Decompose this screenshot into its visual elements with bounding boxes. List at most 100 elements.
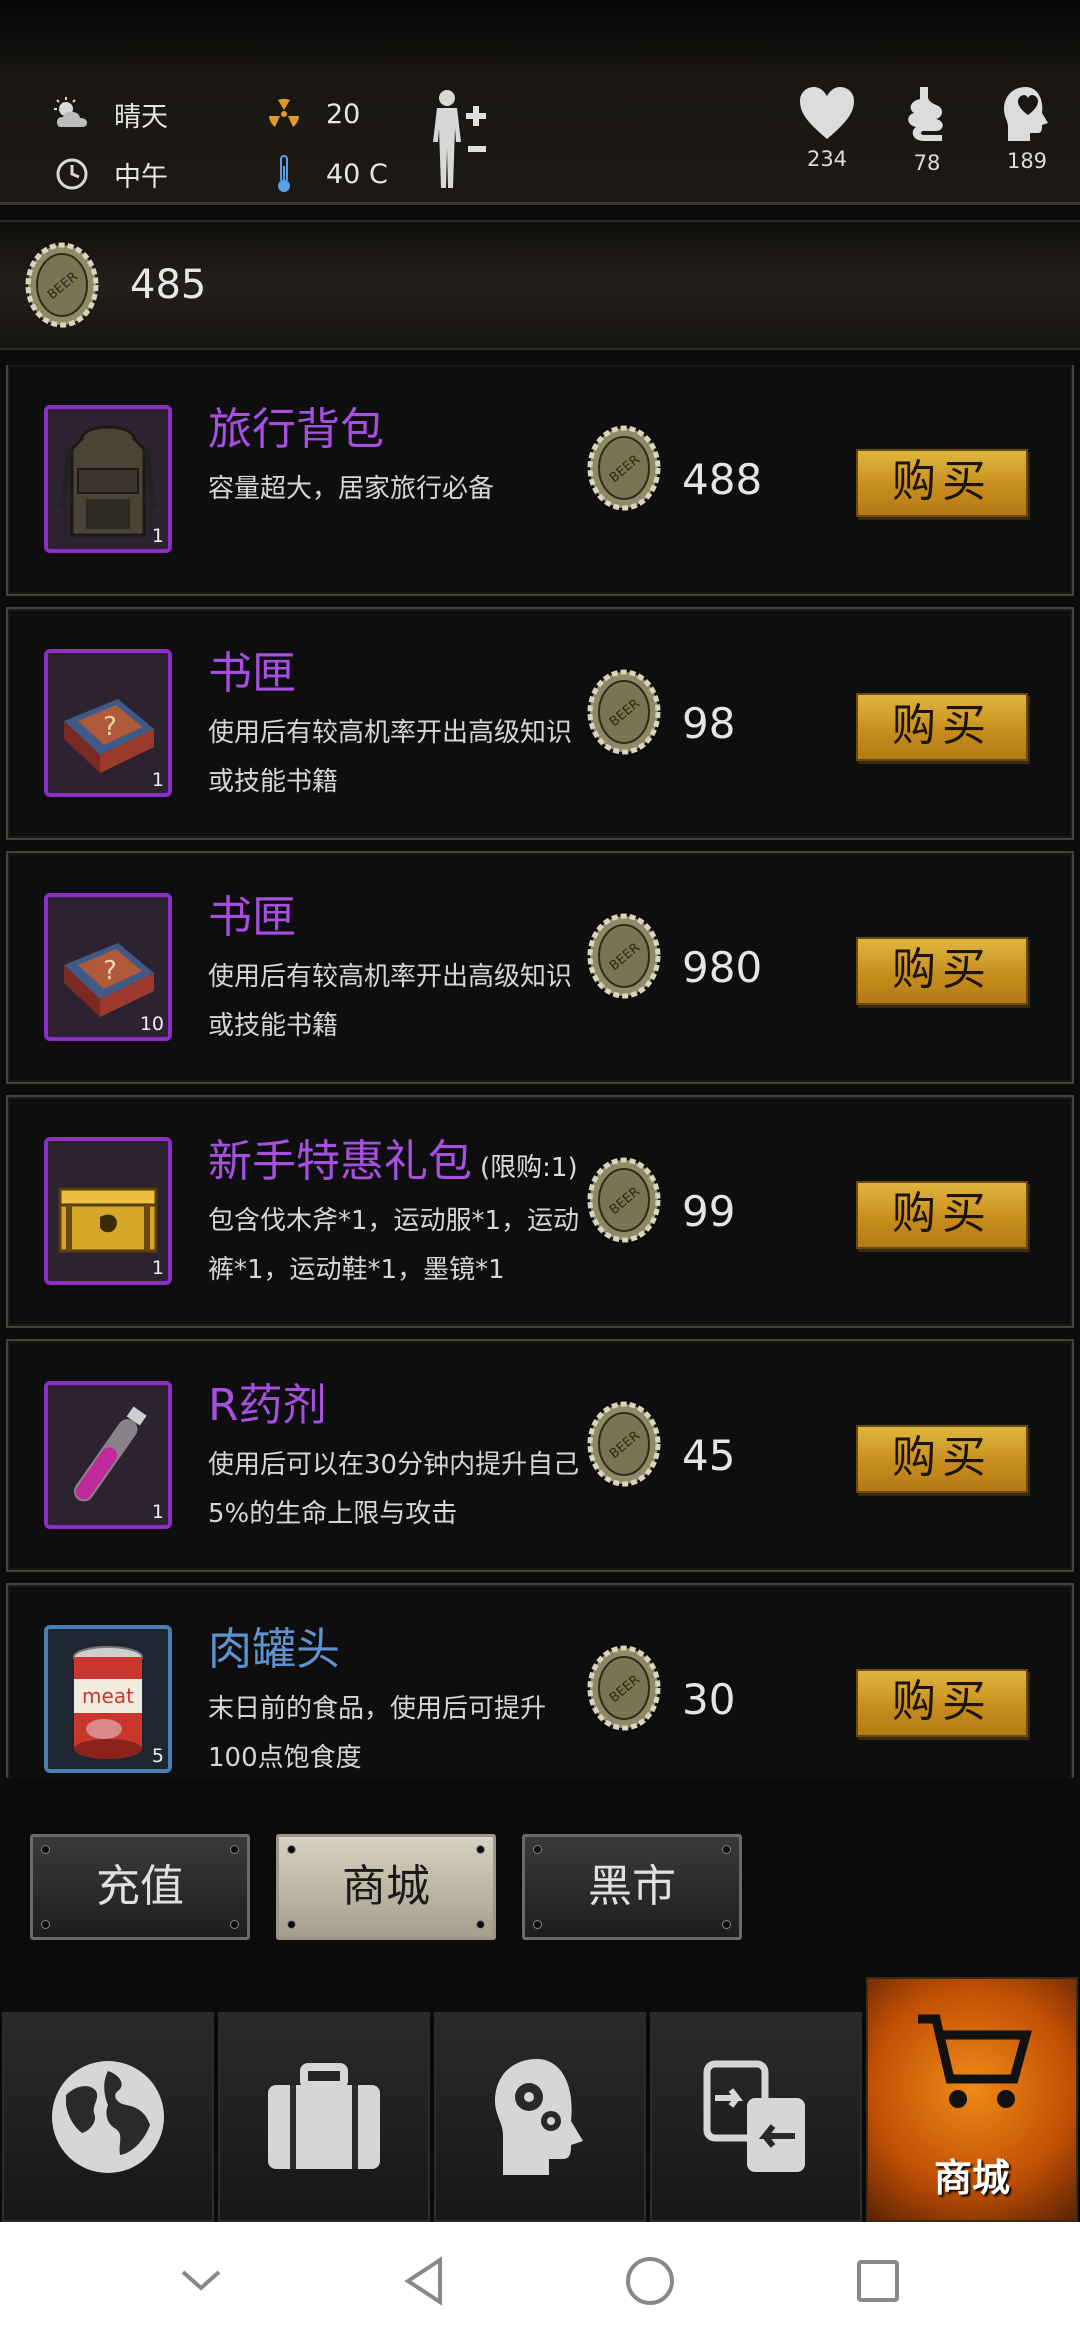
beer-cap-coin-icon: BEER: [25, 242, 99, 328]
item-thumbnail: meat 5: [44, 1625, 172, 1773]
recents-square-icon[interactable]: [855, 2258, 901, 2304]
item-name-text: 书匣: [208, 892, 296, 943]
item-name: 书匣: [208, 637, 304, 701]
stomach-icon: [908, 87, 943, 141]
radiation-icon: [262, 92, 306, 136]
nav-skills-button[interactable]: [434, 2012, 646, 2222]
nav-inventory-button[interactable]: [218, 2012, 430, 2222]
currency-bar: BEER 485: [0, 220, 1080, 350]
item-quantity: 10: [139, 1013, 164, 1035]
item-description: 末日前的食品，使用后可提升100点饱食度: [208, 1694, 547, 1773]
shop-item-list[interactable]: 1 旅行背包 容量超大，居家旅行必备 BEER 488 购买? 1 书匣 使用后有较高机率开出高…: [0, 365, 1080, 1778]
item-name: 旅行背包: [208, 393, 392, 457]
temperature-status: 40 C: [262, 152, 388, 196]
shop-item-row: 1 R药剂 使用后可以在30分钟内提升自己5%的生命上限与攻击 BEER 45 购买: [6, 1339, 1074, 1572]
item-description: 容量超大，居家旅行必备: [208, 474, 495, 504]
item-price: 45: [682, 1431, 736, 1480]
buy-button[interactable]: 购买: [856, 449, 1028, 517]
shop-screen: 晴天 中午 20 40 C 234 78 189 BEER 485 1 旅行背包…: [0, 0, 1080, 2340]
buy-button[interactable]: 购买: [856, 937, 1028, 1005]
shop-item-row: meat 5 肉罐头末日前的食品，使用后可提升100点饱食度 BEER 30 购买: [6, 1583, 1074, 1778]
hunger-stat: 78: [887, 85, 967, 175]
head-gears-icon: [495, 2059, 583, 2175]
weather-status: 晴天: [50, 92, 168, 136]
temperature-value: 40 C: [326, 158, 388, 190]
sanity-value: 189: [1006, 149, 1048, 173]
suitcase-icon: [268, 2063, 380, 2169]
nav-trade-button[interactable]: [650, 2012, 862, 2222]
sanity-stat: 189: [987, 85, 1067, 173]
shop-tabs: 充值 商城 黑市: [0, 1820, 1080, 1940]
svg-text:meat: meat: [82, 1684, 134, 1708]
item-description: 使用后有较高机率开出高级知识或技能书籍: [208, 718, 573, 797]
shop-item-row: ? 1 书匣 使用后有较高机率开出高级知识或技能书籍 BEER 98 购买: [6, 607, 1074, 840]
beer-cap-coin-icon: BEER: [584, 1155, 664, 1249]
svg-text:?: ?: [103, 956, 117, 986]
health-stat: 234: [787, 85, 867, 171]
buy-button[interactable]: 购买: [856, 1181, 1028, 1249]
nav-shop-label: 商城: [933, 2156, 1010, 2200]
beer-cap-coin-icon: BEER: [584, 423, 664, 517]
shop-item-row: 1 新手特惠礼包 (限购:1) 包含伐木斧*1，运动服*1，运动裤*1，运动鞋*1，墨…: [6, 1095, 1074, 1328]
status-bar: 晴天 中午 20 40 C 234 78 189: [0, 0, 1080, 205]
nav-shop-button[interactable]: 商城: [866, 1977, 1078, 2222]
item-price: 488: [682, 455, 763, 504]
heart-icon: [800, 87, 854, 139]
buy-button[interactable]: 购买: [856, 1425, 1028, 1493]
currency-amount: 485: [130, 262, 207, 308]
item-quantity: 1: [151, 525, 164, 547]
tab-black-market-label: 黑市: [588, 1861, 676, 1912]
tab-recharge[interactable]: 充值: [30, 1834, 250, 1940]
item-name: 书匣: [208, 881, 304, 945]
back-triangle-icon[interactable]: [402, 2256, 446, 2306]
item-name: 新手特惠礼包 (限购:1): [208, 1125, 578, 1189]
item-name-text: 新手特惠礼包: [208, 1136, 472, 1187]
item-name: 肉罐头: [208, 1613, 348, 1677]
item-thumbnail: 1: [44, 1137, 172, 1285]
time-text: 中午: [114, 161, 168, 193]
tab-recharge-label: 充值: [96, 1861, 184, 1912]
beer-cap-coin-icon: BEER: [584, 1643, 664, 1737]
body-status-button[interactable]: [425, 88, 497, 196]
item-name: R药剂: [208, 1369, 335, 1433]
radiation-value: 20: [326, 98, 361, 130]
system-nav-bar: [0, 2222, 1080, 2340]
transfer-icon: [703, 2060, 805, 2172]
radiation-status: 20: [262, 92, 360, 136]
buy-button[interactable]: 购买: [856, 1669, 1028, 1737]
item-thumbnail: ? 10: [44, 893, 172, 1041]
item-quantity: 1: [151, 1257, 164, 1279]
shop-item-row: ? 10 书匣 使用后有较高机率开出高级知识或技能书籍 BEER 980 购买: [6, 851, 1074, 1084]
buy-button[interactable]: 购买: [856, 693, 1028, 761]
health-value: 234: [806, 147, 848, 171]
nav-world-button[interactable]: [2, 2012, 214, 2222]
shop-item-row: 1 旅行背包容量超大，居家旅行必备 BEER 488 购买: [6, 365, 1074, 596]
item-price: 30: [682, 1675, 736, 1724]
tab-mall[interactable]: 商城: [276, 1834, 496, 1940]
time-status: 中午: [50, 152, 168, 196]
item-quantity: 5: [151, 1745, 164, 1767]
clock-icon: [50, 152, 94, 196]
item-description: 包含伐木斧*1，运动服*1，运动裤*1，运动鞋*1，墨镜*1: [208, 1206, 580, 1285]
item-name-text: 书匣: [208, 648, 296, 699]
item-description: 使用后有较高机率开出高级知识或技能书籍: [208, 962, 573, 1041]
sun-cloud-icon: [50, 92, 94, 136]
weather-text: 晴天: [114, 101, 168, 133]
body-plus-minus-icon: [433, 90, 486, 188]
item-purchase-limit: (限购:1): [480, 1153, 578, 1183]
tab-black-market[interactable]: 黑市: [522, 1834, 742, 1940]
item-price: 98: [682, 699, 736, 748]
collapse-chevron-icon[interactable]: [179, 2266, 223, 2296]
tab-mall-label: 商城: [342, 1861, 430, 1912]
thermometer-icon: [262, 152, 306, 196]
item-name-text: 肉罐头: [208, 1624, 340, 1675]
item-quantity: 1: [151, 1501, 164, 1523]
beer-cap-coin-icon: BEER: [584, 1399, 664, 1493]
item-thumbnail: 1: [44, 1381, 172, 1529]
item-quantity: 1: [151, 769, 164, 791]
item-name-text: 旅行背包: [208, 404, 384, 455]
item-price: 980: [682, 943, 763, 992]
svg-text:?: ?: [103, 712, 117, 742]
home-circle-icon[interactable]: [624, 2255, 676, 2307]
item-name-text: R药剂: [208, 1380, 327, 1431]
